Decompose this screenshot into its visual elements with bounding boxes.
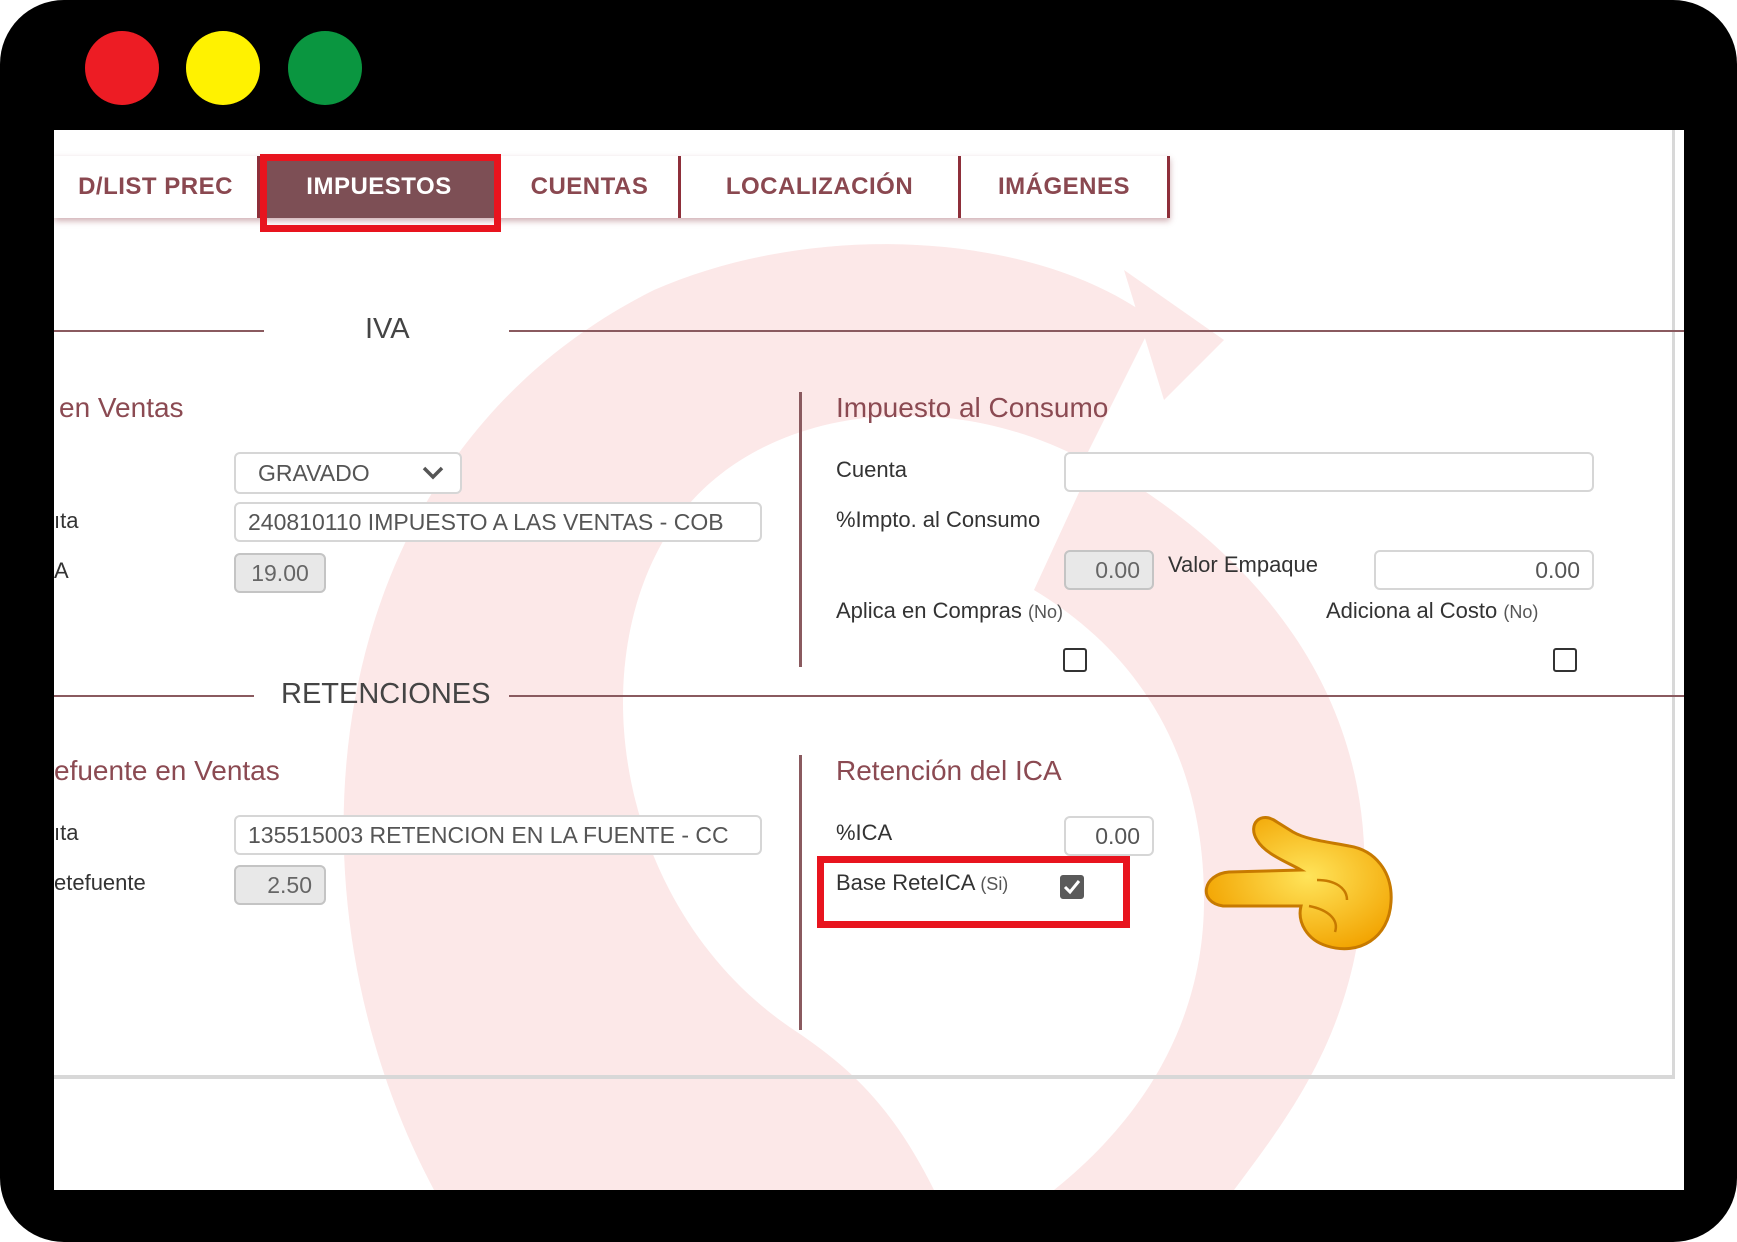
group-title-iva-ventas: en Ventas bbox=[59, 392, 184, 423]
column-divider bbox=[799, 755, 802, 1030]
tab-list-prec[interactable]: D/LIST PREC bbox=[54, 156, 260, 218]
iva-cuenta-input[interactable]: 240810110 IMPUESTO A LAS VENTAS - COB bbox=[234, 502, 762, 542]
app-viewport: D/LIST PREC IMPUESTOS CUENTAS LOCALIZACI… bbox=[54, 130, 1684, 1190]
window-frame: D/LIST PREC IMPUESTOS CUENTAS LOCALIZACI… bbox=[0, 0, 1737, 1242]
retefuente-pct-label: etefuente bbox=[54, 870, 146, 895]
chevron-down-icon bbox=[422, 466, 444, 480]
pointing-hand-icon bbox=[1204, 816, 1393, 951]
adiciona-costo-label: Adiciona al Costo (No) bbox=[1326, 598, 1539, 623]
iva-pct-input[interactable]: 19.00 bbox=[234, 553, 326, 593]
valor-empaque-input[interactable]: 0.00 bbox=[1374, 550, 1594, 590]
column-divider bbox=[799, 392, 802, 667]
tab-imagenes[interactable]: IMÁGENES bbox=[961, 156, 1170, 218]
close-window-button[interactable] bbox=[85, 31, 159, 105]
ica-pct-input[interactable]: 0.00 bbox=[1064, 816, 1154, 856]
section-title-iva: IVA bbox=[365, 313, 410, 345]
base-reteica-highlight-box bbox=[817, 856, 1130, 928]
aplica-compras-label: Aplica en Compras (No) bbox=[836, 598, 1063, 623]
consumo-cuenta-input[interactable] bbox=[1064, 452, 1594, 492]
section-divider bbox=[54, 330, 264, 332]
section-divider bbox=[509, 695, 1684, 697]
tax-settings-pane: D/LIST PREC IMPUESTOS CUENTAS LOCALIZACI… bbox=[54, 130, 1684, 1079]
retefuente-cuenta-label: ıta bbox=[54, 820, 79, 845]
tab-cuentas[interactable]: CUENTAS bbox=[501, 156, 681, 218]
section-divider bbox=[509, 330, 1684, 332]
aplica-compras-checkbox[interactable] bbox=[1063, 648, 1087, 672]
ica-pct-label: %ICA bbox=[836, 820, 893, 845]
tab-highlight-box bbox=[260, 154, 501, 232]
consumo-pct-input[interactable]: 0.00 bbox=[1064, 550, 1154, 590]
group-title-retencion-ica: Retención del ICA bbox=[836, 755, 1062, 786]
group-title-impuesto-consumo: Impuesto al Consumo bbox=[836, 392, 1109, 423]
section-divider bbox=[54, 695, 254, 697]
retefuente-pct-input[interactable]: 2.50 bbox=[234, 865, 326, 905]
section-title-retenciones: RETENCIONES bbox=[281, 678, 491, 710]
minimize-window-button[interactable] bbox=[186, 31, 260, 105]
consumo-pct-label: %Impto. al Consumo bbox=[836, 507, 1041, 532]
iva-pct-label: A bbox=[54, 558, 69, 583]
valor-empaque-label: Valor Empaque bbox=[1168, 552, 1319, 577]
iva-cuenta-label: ıta bbox=[54, 508, 79, 533]
consumo-cuenta-label: Cuenta bbox=[836, 457, 907, 482]
maximize-window-button[interactable] bbox=[288, 31, 362, 105]
tab-bar: D/LIST PREC IMPUESTOS CUENTAS LOCALIZACI… bbox=[54, 156, 1170, 218]
retefuente-cuenta-input[interactable]: 135515003 RETENCION EN LA FUENTE - CC bbox=[234, 815, 762, 855]
adiciona-costo-checkbox[interactable] bbox=[1553, 648, 1577, 672]
iva-type-select[interactable]: GRAVADO bbox=[234, 452, 462, 494]
group-title-retefuente: efuente en Ventas bbox=[54, 755, 280, 786]
tab-localizacion[interactable]: LOCALIZACIÓN bbox=[681, 156, 961, 218]
